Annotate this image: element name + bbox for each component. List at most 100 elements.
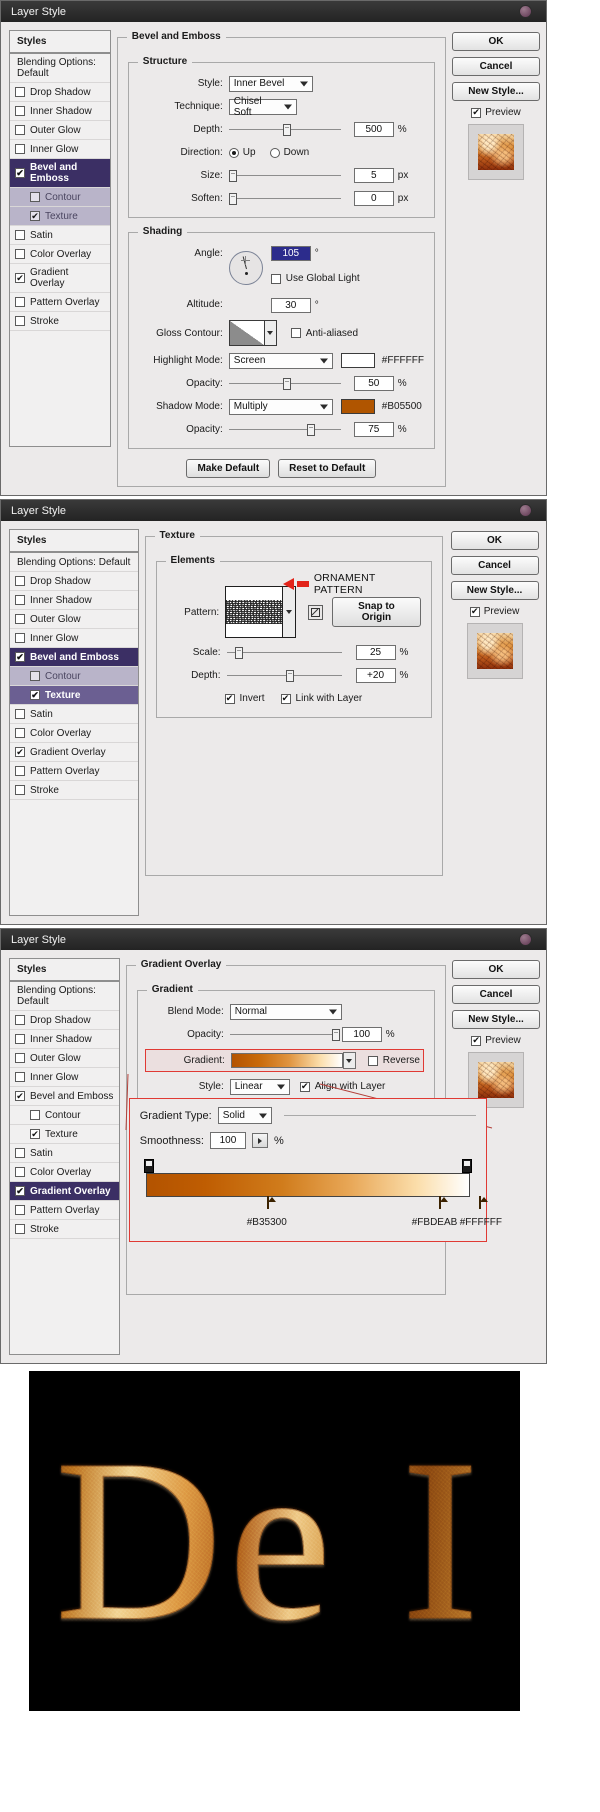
sidebar-item-inner-glow[interactable]: Inner Glow <box>10 140 110 159</box>
soften-input[interactable]: 0 <box>354 191 394 206</box>
invert-checkbox[interactable] <box>225 694 235 704</box>
color-overlay-checkbox[interactable] <box>15 728 25 738</box>
contour-checkbox[interactable] <box>30 1110 40 1120</box>
drop-shadow-checkbox[interactable] <box>15 1015 25 1025</box>
inner-glow-checkbox[interactable] <box>15 1072 25 1082</box>
highlight-opacity-input[interactable]: 50 <box>354 376 394 391</box>
drop-shadow-checkbox[interactable] <box>15 576 25 586</box>
sidebar-item-inner-shadow[interactable]: Inner Shadow <box>10 1030 119 1049</box>
inner-shadow-checkbox[interactable] <box>15 595 25 605</box>
sidebar-item-satin[interactable]: Satin <box>10 705 138 724</box>
highlight-color-swatch[interactable] <box>341 353 375 368</box>
preview-row[interactable]: Preview <box>471 107 521 118</box>
bevel-and-emboss-checkbox[interactable] <box>15 1091 25 1101</box>
sidebar-item-texture[interactable]: Texture <box>10 207 110 226</box>
shadow-opacity-slider[interactable] <box>229 423 341 437</box>
color-stop-1[interactable] <box>267 1197 278 1210</box>
size-slider-knob[interactable] <box>229 170 237 182</box>
cancel-button[interactable]: Cancel <box>452 985 540 1004</box>
stroke-checkbox[interactable] <box>15 1224 25 1234</box>
ok-button[interactable]: OK <box>452 960 540 979</box>
sidebar-item-bevel-and-emboss[interactable]: Bevel and Emboss <box>10 648 138 667</box>
gradient-opacity-slider[interactable] <box>230 1028 336 1042</box>
shadow-opacity-knob[interactable] <box>307 424 315 436</box>
size-slider[interactable] <box>229 169 341 183</box>
sidebar-item-color-overlay[interactable]: Color Overlay <box>10 245 110 264</box>
gradient-overlay-checkbox[interactable] <box>15 273 25 283</box>
inner-glow-checkbox[interactable] <box>15 144 25 154</box>
cancel-button[interactable]: Cancel <box>452 57 540 76</box>
pattern-preview[interactable] <box>225 586 283 638</box>
gradient-overlay-checkbox[interactable] <box>15 1186 25 1196</box>
stroke-checkbox[interactable] <box>15 785 25 795</box>
color-stop-3[interactable] <box>479 1197 490 1210</box>
ok-button[interactable]: OK <box>451 531 539 550</box>
sidebar-item-outer-glow[interactable]: Outer Glow <box>10 610 138 629</box>
sidebar-item-outer-glow[interactable]: Outer Glow <box>10 121 110 140</box>
ok-button[interactable]: OK <box>452 32 540 51</box>
sidebar-item-bevel-and-emboss[interactable]: Bevel and Emboss <box>10 1087 119 1106</box>
style-select[interactable]: Inner Bevel <box>229 76 313 92</box>
direction-up-radio[interactable] <box>229 148 239 158</box>
new-pattern-button[interactable] <box>308 605 323 620</box>
sidebar-item-gradient-overlay[interactable]: Gradient Overlay <box>10 743 138 762</box>
satin-checkbox[interactable] <box>15 709 25 719</box>
new-style-button[interactable]: New Style... <box>451 581 539 600</box>
shadow-color-swatch[interactable] <box>341 399 375 414</box>
depth-slider-knob[interactable] <box>283 124 291 136</box>
opacity-stop-right[interactable] <box>462 1159 472 1173</box>
angle-input[interactable]: 105 <box>271 246 311 261</box>
gradient-bar[interactable] <box>146 1173 470 1197</box>
preview-row[interactable]: Preview <box>470 606 520 617</box>
preview-checkbox[interactable] <box>470 607 480 617</box>
reverse-checkbox[interactable] <box>368 1056 378 1066</box>
smoothness-input[interactable]: 100 <box>210 1132 246 1149</box>
texture-checkbox[interactable] <box>30 690 40 700</box>
sidebar-item-inner-glow[interactable]: Inner Glow <box>10 1068 119 1087</box>
opacity-stop-left[interactable] <box>144 1159 154 1173</box>
sidebar-item-blending-options[interactable]: Blending Options: Default <box>10 982 119 1011</box>
sidebar-item-stroke[interactable]: Stroke <box>10 312 110 331</box>
inner-glow-checkbox[interactable] <box>15 633 25 643</box>
sidebar-item-inner-shadow[interactable]: Inner Shadow <box>10 102 110 121</box>
gradient-opacity-input[interactable]: 100 <box>342 1027 382 1042</box>
sidebar-item-contour[interactable]: Contour <box>10 667 138 686</box>
preview-row[interactable]: Preview <box>471 1035 521 1046</box>
use-global-light-checkbox[interactable] <box>271 274 281 284</box>
sidebar-item-texture[interactable]: Texture <box>10 686 138 705</box>
outer-glow-checkbox[interactable] <box>15 614 25 624</box>
sidebar-item-stroke[interactable]: Stroke <box>10 1220 119 1239</box>
color-overlay-checkbox[interactable] <box>15 1167 25 1177</box>
shadow-opacity-input[interactable]: 75 <box>354 422 394 437</box>
sidebar-item-drop-shadow[interactable]: Drop Shadow <box>10 83 110 102</box>
sidebar-item-outer-glow[interactable]: Outer Glow <box>10 1049 119 1068</box>
texture-depth-knob[interactable] <box>286 670 294 682</box>
highlight-mode-select[interactable]: Screen <box>229 353 333 369</box>
link-with-layer-checkbox[interactable] <box>281 694 291 704</box>
technique-select[interactable]: Chisel Soft <box>229 99 297 115</box>
sidebar-item-pattern-overlay[interactable]: Pattern Overlay <box>10 293 110 312</box>
depth-slider[interactable] <box>229 123 341 137</box>
anti-aliased-checkbox[interactable] <box>291 328 301 338</box>
direction-down-radio[interactable] <box>270 148 280 158</box>
sidebar-item-bevel-and-emboss[interactable]: Bevel and Emboss <box>10 159 110 188</box>
drop-shadow-checkbox[interactable] <box>15 87 25 97</box>
gradient-overlay-checkbox[interactable] <box>15 747 25 757</box>
smoothness-stepper[interactable] <box>252 1133 268 1148</box>
angle-dial[interactable] <box>229 251 263 285</box>
satin-checkbox[interactable] <box>15 1148 25 1158</box>
color-overlay-checkbox[interactable] <box>15 249 25 259</box>
new-style-button[interactable]: New Style... <box>452 82 540 101</box>
sidebar-item-drop-shadow[interactable]: Drop Shadow <box>10 1011 119 1030</box>
sidebar-item-pattern-overlay[interactable]: Pattern Overlay <box>10 762 138 781</box>
texture-scale-slider[interactable] <box>227 646 342 660</box>
size-input[interactable]: 5 <box>354 168 394 183</box>
preview-checkbox[interactable] <box>471 108 481 118</box>
inner-shadow-checkbox[interactable] <box>15 1034 25 1044</box>
texture-scale-knob[interactable] <box>235 647 243 659</box>
soften-slider-knob[interactable] <box>229 193 237 205</box>
sidebar-item-stroke[interactable]: Stroke <box>10 781 138 800</box>
contour-checkbox[interactable] <box>30 671 40 681</box>
make-default-button[interactable]: Make Default <box>186 459 270 478</box>
gloss-contour-preview[interactable] <box>229 320 265 346</box>
